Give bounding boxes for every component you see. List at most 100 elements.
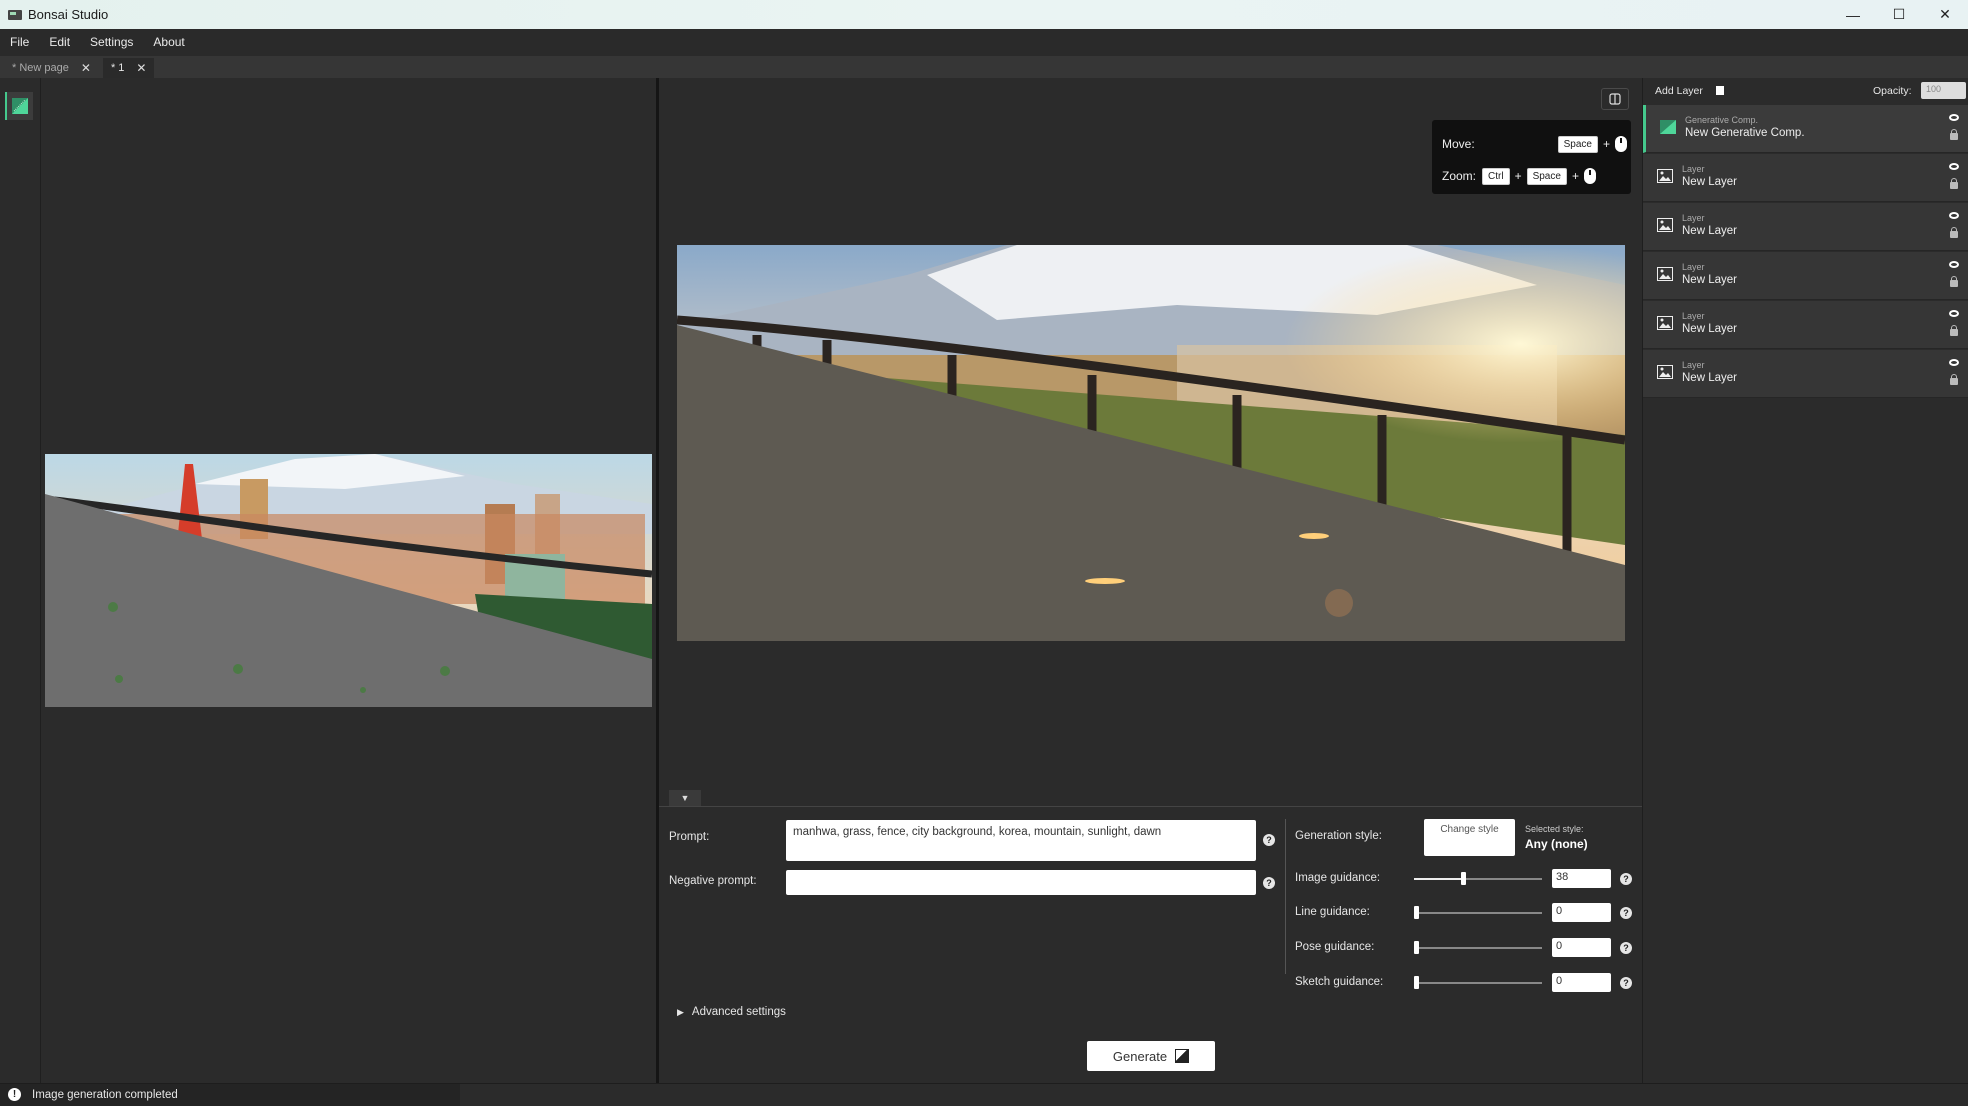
menu-about[interactable]: About (143, 29, 194, 56)
pose-guidance-help-icon[interactable]: ? (1620, 942, 1632, 954)
image-layer-icon (1657, 365, 1673, 379)
composition-canvas[interactable] (41, 78, 658, 1083)
expand-arrow-icon: ▶ (677, 1007, 684, 1017)
layer-row[interactable]: Layer New Layer (1643, 252, 1968, 300)
layer-type: Layer (1682, 262, 1705, 272)
negative-prompt-input[interactable] (786, 870, 1256, 895)
generative-comp-icon (1660, 120, 1676, 134)
image-guidance-label: Image guidance: (1295, 872, 1381, 884)
layer-name: New Layer (1682, 176, 1737, 188)
sketch-guidance-slider[interactable] (1414, 976, 1542, 989)
lock-icon[interactable] (1950, 178, 1958, 189)
image-guidance-help-icon[interactable]: ? (1620, 873, 1632, 885)
line-guidance-slider[interactable] (1414, 906, 1542, 919)
lock-icon[interactable] (1950, 276, 1958, 287)
minimize-button[interactable]: — (1830, 0, 1876, 29)
slider-handle[interactable] (1414, 906, 1419, 919)
sketch-guidance-input[interactable]: 0 (1552, 973, 1611, 992)
add-layer-icon[interactable] (1716, 86, 1724, 95)
prompt-input[interactable]: manhwa, grass, fence, city background, k… (786, 820, 1256, 861)
menu-file[interactable]: File (0, 29, 39, 56)
tab-page-1[interactable]: * 1 ✕ (102, 58, 155, 78)
layer-row[interactable]: Layer New Layer (1643, 350, 1968, 398)
generation-panel: Move: Space + Zoom: Ctrl + Space + ▼ Pro… (659, 78, 1642, 1083)
slider-handle[interactable] (1414, 941, 1419, 954)
slider-handle[interactable] (1414, 976, 1419, 989)
line-guidance-input[interactable]: 0 (1552, 903, 1611, 922)
visibility-eye-icon[interactable] (1949, 212, 1959, 219)
generative-comp-icon (12, 98, 28, 114)
layer-name: New Layer (1682, 225, 1737, 237)
lock-icon[interactable] (1950, 129, 1958, 140)
visibility-eye-icon[interactable] (1949, 163, 1959, 170)
sketch-guidance-help-icon[interactable]: ? (1620, 977, 1632, 989)
menu-edit[interactable]: Edit (39, 29, 80, 56)
mouse-icon (1615, 136, 1627, 152)
advanced-settings-toggle[interactable]: ▶ Advanced settings (677, 1006, 786, 1018)
pose-guidance-slider[interactable] (1414, 941, 1542, 954)
lock-icon[interactable] (1950, 325, 1958, 336)
layer-row[interactable]: Layer New Layer (1643, 203, 1968, 251)
sketch-guidance-label: Sketch guidance: (1295, 976, 1384, 988)
line-guidance-help-icon[interactable]: ? (1620, 907, 1632, 919)
split-view-icon (1609, 93, 1621, 105)
pose-guidance-label: Pose guidance: (1295, 941, 1375, 953)
visibility-eye-icon[interactable] (1949, 261, 1959, 268)
divider (1285, 819, 1286, 974)
layer-type: Layer (1682, 311, 1705, 321)
close-window-button[interactable]: ✕ (1922, 0, 1968, 29)
visibility-eye-icon[interactable] (1949, 310, 1959, 317)
space-key: Space (1557, 135, 1598, 153)
opacity-input[interactable]: 100 (1921, 82, 1966, 99)
generation-style-label: Generation style: (1295, 830, 1382, 842)
navigation-shortcuts: Move: Space + Zoom: Ctrl + Space + (1432, 120, 1631, 194)
tab-close-icon[interactable]: ✕ (136, 61, 146, 75)
move-shortcut-label: Move: (1442, 137, 1475, 151)
split-view-button[interactable] (1601, 88, 1629, 110)
status-message: Image generation completed (32, 1088, 178, 1101)
opacity-label: Opacity: (1873, 85, 1912, 97)
prompt-label: Prompt: (669, 831, 710, 843)
image-guidance-slider[interactable] (1414, 872, 1542, 885)
layer-name: New Generative Comp. (1685, 127, 1805, 139)
image-guidance-input[interactable]: 38 (1552, 869, 1611, 888)
generative-comp-tool[interactable] (5, 92, 33, 120)
maximize-button[interactable]: ☐ (1876, 0, 1922, 29)
generate-icon (1175, 1049, 1190, 1063)
plus-sign: + (1514, 169, 1522, 183)
tab-label: * 1 (110, 62, 125, 74)
mouse-icon (1583, 168, 1596, 184)
visibility-eye-icon[interactable] (1949, 359, 1959, 366)
tab-label: * New page (12, 62, 69, 74)
pose-guidance-input[interactable]: 0 (1552, 938, 1611, 957)
layers-panel: Add Layer Opacity: 100 Generative Comp. N… (1643, 78, 1968, 1083)
lock-icon[interactable] (1950, 227, 1958, 238)
layer-name: New Layer (1682, 274, 1737, 286)
change-style-button[interactable]: Change style (1424, 819, 1515, 856)
collapse-settings-button[interactable]: ▼ (669, 790, 701, 806)
layer-row[interactable]: Layer New Layer (1643, 154, 1968, 202)
negative-prompt-help-icon[interactable]: ? (1263, 877, 1275, 889)
slider-handle[interactable] (1460, 872, 1466, 885)
add-layer-button[interactable]: Add Layer (1655, 85, 1703, 97)
image-layer-icon (1657, 169, 1673, 183)
generated-image[interactable] (677, 245, 1625, 641)
slider-fill (1414, 878, 1463, 880)
zoom-shortcut-label: Zoom: (1442, 169, 1477, 183)
line-guidance-label: Line guidance: (1295, 906, 1370, 918)
visibility-eye-icon[interactable] (1949, 114, 1959, 121)
tab-close-icon[interactable]: ✕ (81, 61, 91, 75)
menu-settings[interactable]: Settings (80, 29, 143, 56)
composition-image (45, 454, 652, 707)
generate-button[interactable]: Generate (1087, 1041, 1215, 1071)
space-key: Space (1526, 167, 1567, 185)
app-logo-icon (8, 9, 22, 20)
prompt-help-icon[interactable]: ? (1263, 834, 1275, 846)
layer-row[interactable]: Layer New Layer (1643, 301, 1968, 349)
layer-type: Layer (1682, 360, 1705, 370)
advanced-settings-label: Advanced settings (691, 1006, 786, 1018)
tab-new-page[interactable]: * New page ✕ (4, 58, 99, 78)
lock-icon[interactable] (1950, 374, 1958, 385)
layer-name: New Layer (1682, 372, 1737, 384)
layer-row[interactable]: Generative Comp. New Generative Comp. (1643, 105, 1968, 153)
